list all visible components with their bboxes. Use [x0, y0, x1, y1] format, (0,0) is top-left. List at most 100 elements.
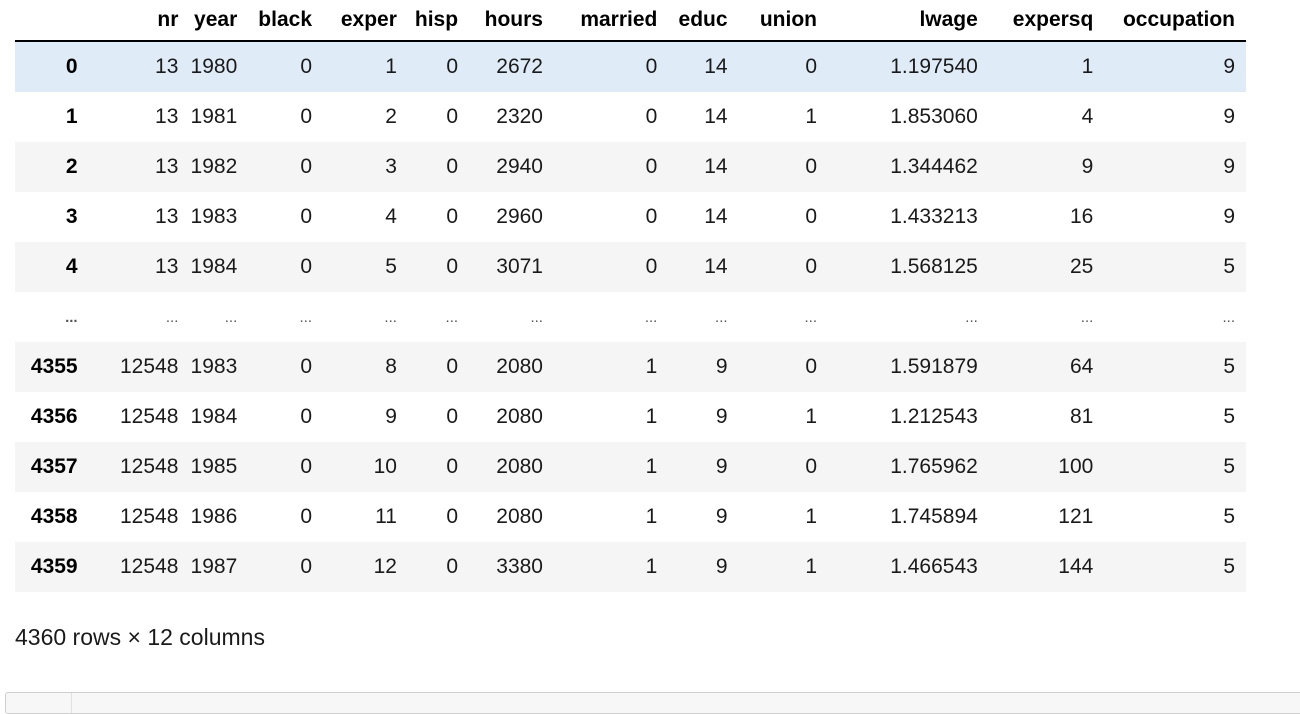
table-cell: 0: [446, 105, 459, 128]
table-header: nr year black exper hisp hours married educ unio…: [15, 0, 1246, 42]
table-cell: 12548: [119, 405, 179, 428]
column-header: expersq: [988, 0, 1105, 42]
table-cell: 11: [375, 505, 397, 528]
table-cell: 1984: [190, 255, 238, 278]
table-cell: 1: [385, 55, 397, 78]
column-header: union: [738, 0, 829, 42]
table-cell: 12548: [119, 555, 179, 578]
table-cell: 0: [805, 255, 818, 278]
row-index: 4359: [30, 555, 78, 578]
table-cell: 1: [645, 355, 658, 378]
table-cell: 0: [446, 505, 459, 528]
table-cell: 0: [645, 205, 658, 228]
table-cell: ...: [1080, 308, 1094, 326]
table-row: 1 13 1981 0 2 0 2320 0 14 1 1.853060 4 9: [15, 92, 1246, 142]
table-cell: 0: [446, 55, 459, 78]
table-cell: ...: [644, 308, 658, 326]
table-cell: 1: [805, 555, 818, 578]
table-cell: ...: [299, 308, 312, 326]
table-cell: 13: [155, 255, 179, 278]
cell-prompt-gutter: [6, 693, 72, 713]
table-cell: 12: [373, 555, 397, 578]
table-body: 0 13 1980 0 1 0 2672 0 14 0 1.197540 1 9 1 13 1981 0 2 0 23…: [15, 41, 1246, 592]
table-cell: ...: [965, 308, 978, 326]
table-row: 4358 12548 1986 0 11 0 2080 1 9 1 1.745894 121 5: [15, 492, 1246, 542]
table-cell: 14: [704, 155, 728, 178]
table-row: 0 13 1980 0 1 0 2672 0 14 0 1.197540 1 9: [15, 41, 1246, 92]
table-cell: 1: [645, 505, 658, 528]
table-cell: 0: [645, 105, 658, 128]
table-cell: 2080: [496, 355, 543, 378]
index-column-header: [15, 0, 89, 42]
table-cell: 5: [1223, 405, 1235, 428]
table-cell: 1.853060: [890, 105, 978, 128]
table-cell: 1.568125: [890, 255, 978, 278]
column-header: married: [553, 0, 669, 42]
column-header: hours: [469, 0, 554, 42]
table-cell: 14: [704, 55, 728, 78]
table-cell: 10: [373, 455, 397, 478]
table-cell: 0: [805, 355, 818, 378]
table-cell: 0: [300, 455, 312, 478]
table-cell: 0: [805, 205, 818, 228]
table-cell: 1.765962: [890, 455, 978, 478]
table-cell: 25: [1069, 255, 1094, 278]
column-header: occupation: [1104, 0, 1246, 42]
table-cell: 3071: [496, 255, 543, 278]
table-cell: 2940: [496, 155, 543, 178]
table-cell: 1.197540: [890, 55, 978, 78]
table-cell: 0: [446, 205, 459, 228]
table-cell: 2: [385, 105, 397, 128]
table-cell: 0: [300, 205, 312, 228]
table-cell: 5: [1223, 255, 1235, 278]
row-index: 3: [65, 205, 78, 228]
table-cell: 2080: [496, 455, 543, 478]
table-cell: 3380: [496, 555, 543, 578]
table-cell: 1: [645, 455, 658, 478]
table-cell: ...: [804, 308, 818, 326]
row-index: 4355: [30, 355, 78, 378]
table-cell: 9: [1223, 105, 1235, 128]
table-row: 4357 12548 1985 0 10 0 2080 1 9 0 1.765962 100 5: [15, 442, 1246, 492]
table-cell: 12548: [119, 455, 179, 478]
table-cell: 121: [1058, 505, 1094, 528]
table-cell: 1987: [190, 555, 238, 578]
row-index: 1: [65, 105, 78, 128]
table-cell: 5: [385, 255, 397, 278]
table-cell: 1.433213: [890, 205, 978, 228]
table-row: 3 13 1983 0 4 0 2960 0 14 0 1.433213 16 9: [15, 192, 1246, 242]
dataframe-output: nr year black exper hisp hours married educ unio…: [15, 0, 1247, 592]
table-cell: 12548: [119, 505, 179, 528]
ellipsis-row: .......................................: [15, 292, 1246, 342]
table-cell: 14: [704, 205, 728, 228]
table-cell: 1.344462: [890, 155, 978, 178]
table-cell: ...: [224, 308, 238, 326]
row-index: 0: [65, 55, 78, 78]
table-cell: 0: [446, 255, 459, 278]
table-cell: 13: [155, 205, 179, 228]
column-header: nr: [88, 0, 190, 42]
table-row: 4 13 1984 0 5 0 3071 0 14 0 1.568125 25 5: [15, 242, 1246, 292]
table-cell: 0: [300, 505, 312, 528]
header-row: nr year black exper hisp hours married educ unio…: [15, 0, 1246, 42]
table-cell: 0: [300, 105, 312, 128]
row-index: 2: [65, 155, 78, 178]
column-header: year: [189, 0, 249, 42]
dataframe-shape-label: 4360 rows × 12 columns: [15, 624, 265, 650]
table-cell: 0: [645, 55, 658, 78]
column-header: black: [248, 0, 323, 42]
next-code-cell[interactable]: [5, 692, 1300, 714]
table-cell: ...: [384, 308, 397, 326]
table-cell: 13: [155, 155, 179, 178]
table-cell: 0: [446, 455, 459, 478]
table-cell: 2672: [496, 55, 543, 78]
table-cell: 1984: [190, 405, 238, 428]
table-cell: 0: [805, 155, 818, 178]
table-cell: 0: [446, 355, 459, 378]
table-cell: 1.466543: [890, 555, 978, 578]
table-cell: 0: [300, 255, 312, 278]
table-cell: 1: [805, 105, 818, 128]
column-header: hisp: [407, 0, 470, 42]
table-cell: 0: [805, 455, 818, 478]
row-index: 4358: [30, 505, 78, 528]
